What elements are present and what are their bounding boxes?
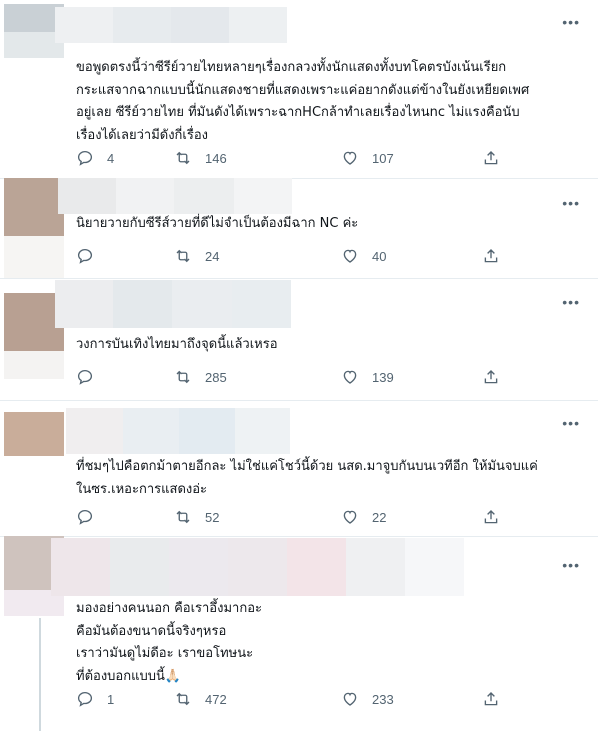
retweet-icon	[176, 692, 190, 706]
reply-button[interactable]	[76, 508, 107, 526]
like-button[interactable]: 233	[341, 690, 394, 708]
reply-icon	[77, 691, 93, 707]
like-button[interactable]: 22	[341, 508, 386, 526]
tweet-text: ขอพูดตรงนี้ว่าซีรีย์วายไทยหลายๆเรื่องกลว…	[76, 60, 530, 143]
retweet-button[interactable]: 472	[174, 690, 227, 708]
avatar[interactable]	[4, 178, 64, 278]
more-options-icon[interactable]: •••	[562, 15, 580, 29]
reply-button[interactable]: 4	[76, 149, 114, 167]
heart-icon	[343, 151, 357, 165]
retweet-button[interactable]: 24	[174, 247, 219, 265]
more-options-icon[interactable]: •••	[562, 196, 580, 210]
more-options-icon[interactable]: •••	[562, 558, 580, 572]
share-icon	[484, 370, 498, 384]
retweet-button[interactable]: 52	[174, 508, 219, 526]
like-button[interactable]: 107	[341, 149, 394, 167]
reply-icon	[77, 369, 93, 385]
share-button[interactable]	[482, 368, 513, 386]
more-options-icon[interactable]: •••	[562, 416, 580, 430]
tweet-text: วงการบันเทิงไทยมาถึงจุดนี้แล้วเหรอ	[76, 337, 278, 352]
retweet-icon	[176, 151, 190, 165]
reply-button[interactable]	[76, 368, 107, 386]
reply-icon	[77, 248, 93, 264]
reply-icon	[77, 509, 93, 525]
like-count: 139	[372, 369, 394, 385]
tweet[interactable]: ••• นิยายวายกับซีรีส์วายที่ดีไม่จำเป็นต้…	[0, 178, 598, 279]
tweet[interactable]: ••• วงการบันเทิงไทยมาถึงจุดนี้แล้วเหรอ 2…	[0, 278, 598, 401]
reply-button[interactable]: 1	[76, 690, 114, 708]
retweet-icon	[176, 510, 190, 524]
reply-icon	[77, 150, 93, 166]
heart-icon	[343, 692, 357, 706]
heart-icon	[343, 370, 357, 384]
redacted-username	[58, 178, 292, 214]
heart-icon	[343, 249, 357, 263]
like-count: 233	[372, 691, 394, 707]
share-icon	[484, 510, 498, 524]
redacted-username	[51, 538, 464, 596]
tweet[interactable]: ••• มองอย่างคนนอก คือเราอึ้งมากอะ คือมัน…	[0, 536, 598, 731]
heart-icon	[343, 510, 357, 524]
redacted-username	[66, 408, 290, 454]
share-icon	[484, 249, 498, 263]
retweet-count: 52	[205, 509, 220, 525]
thread-line	[39, 618, 41, 731]
retweet-button[interactable]: 146	[174, 149, 227, 167]
share-icon	[484, 692, 498, 706]
share-button[interactable]	[482, 247, 513, 265]
retweet-count: 472	[205, 691, 227, 707]
share-button[interactable]	[482, 149, 513, 167]
reply-button[interactable]	[76, 247, 107, 265]
reply-count: 1	[107, 691, 115, 707]
more-options-icon[interactable]: •••	[562, 295, 580, 309]
retweet-count: 285	[205, 369, 227, 385]
tweet[interactable]: ••• ที่ชมๆไปคือตกม้าตายอีกละ ไม่ใช่แค่โช…	[0, 400, 598, 537]
tweet-text: นิยายวายกับซีรีส์วายที่ดีไม่จำเป็นต้องมี…	[76, 216, 359, 231]
like-count: 107	[372, 150, 394, 166]
like-count: 22	[372, 509, 387, 525]
tweet[interactable]: ••• ขอพูดตรงนี้ว่าซีรีย์วายไทยหลายๆเรื่อ…	[0, 0, 598, 179]
retweet-count: 146	[205, 150, 227, 166]
redacted-username	[55, 280, 291, 328]
retweet-icon	[176, 370, 190, 384]
tweet-text: ที่ชมๆไปคือตกม้าตายอีกละ ไม่ใช่แค่โชว์นี…	[76, 459, 538, 497]
retweet-count: 24	[205, 248, 220, 264]
like-button[interactable]: 40	[341, 247, 386, 265]
avatar[interactable]	[4, 412, 64, 456]
tweet-text: มองอย่างคนนอก คือเราอึ้งมากอะ คือมันต้อง…	[76, 601, 262, 684]
retweet-icon	[176, 249, 190, 263]
retweet-button[interactable]: 285	[174, 368, 227, 386]
like-count: 40	[372, 248, 387, 264]
reply-count: 4	[107, 150, 115, 166]
like-button[interactable]: 139	[341, 368, 394, 386]
redacted-username	[55, 7, 287, 43]
share-button[interactable]	[482, 690, 513, 708]
share-button[interactable]	[482, 508, 513, 526]
share-icon	[484, 151, 498, 165]
